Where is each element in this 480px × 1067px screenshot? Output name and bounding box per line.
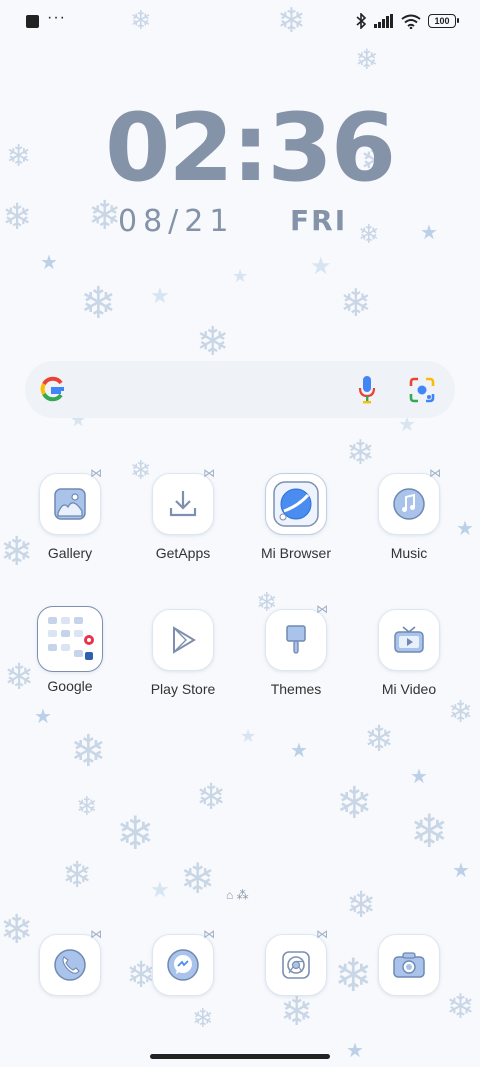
snowflake-decoration: ❄: [180, 854, 216, 903]
snowflake-decoration: ❄: [192, 1004, 214, 1034]
google-search-bar[interactable]: [25, 361, 455, 418]
more-notifications-icon: ···: [47, 9, 66, 26]
music-icon[interactable]: ⋈: [378, 466, 441, 535]
app-label: Gallery: [47, 545, 93, 561]
snowflake-decoration: ❄: [346, 433, 375, 473]
app-label: GetApps: [155, 545, 211, 561]
bluetooth-icon: [356, 13, 367, 29]
tv-icon[interactable]: [378, 609, 440, 671]
snowflake-decoration: ❄: [6, 139, 32, 174]
bow-icon: ⋈: [90, 927, 102, 941]
clock-time[interactable]: 02:36: [105, 102, 396, 196]
play-store-icon[interactable]: [152, 609, 214, 671]
wifi-icon: [401, 14, 421, 29]
star-decoration: ★: [420, 220, 438, 244]
app-themes[interactable]: ⋈ Themes: [240, 602, 352, 697]
status-bar: ··· 100: [0, 0, 480, 44]
themes-icon[interactable]: ⋈: [265, 602, 328, 671]
star-decoration: ★: [232, 266, 249, 287]
snowflake-decoration: ❄: [196, 319, 230, 365]
star-decoration: ★: [290, 738, 308, 762]
page-indicator[interactable]: ⌂ ⁂: [226, 888, 249, 902]
phone-icon[interactable]: ⋈: [39, 927, 102, 996]
star-decoration: ★: [346, 1038, 364, 1062]
status-icons: 100: [355, 13, 459, 29]
app-music[interactable]: ⋈ Music: [353, 466, 465, 561]
star-decoration: ★: [150, 878, 170, 903]
signal-icon: [374, 14, 393, 28]
star-decoration: ★: [34, 704, 52, 728]
google-lens-icon[interactable]: [409, 377, 435, 403]
snowflake-decoration: ❄: [80, 278, 117, 329]
bow-icon: ⋈: [316, 602, 328, 616]
app-label: Mi Video: [381, 681, 437, 697]
snowflake-decoration: ❄: [280, 989, 314, 1035]
star-decoration: ★: [40, 250, 58, 274]
download-icon[interactable]: ⋈: [152, 466, 215, 535]
star-decoration: ★: [240, 726, 257, 747]
dock-chrome[interactable]: ⋈: [240, 927, 352, 996]
snowflake-decoration: ❄: [2, 197, 33, 238]
snowflake-decoration: ❄: [70, 726, 107, 777]
snowflake-decoration: ❄: [358, 220, 380, 250]
google-folder-icon[interactable]: [37, 606, 103, 672]
snowflake-decoration: ❄: [336, 778, 373, 829]
bow-icon: ⋈: [90, 466, 102, 480]
bow-icon: ⋈: [429, 466, 441, 480]
app-getapps[interactable]: ⋈ GetApps: [127, 466, 239, 561]
bow-icon: ⋈: [316, 927, 328, 941]
app-label: Themes: [270, 681, 322, 697]
app-gallery[interactable]: ⋈ Gallery: [14, 466, 126, 561]
notification-icon: [26, 15, 39, 28]
app-google-folder[interactable]: Google: [14, 606, 126, 694]
app-mi-browser[interactable]: Mi Browser: [240, 473, 352, 561]
snowflake-decoration: ❄: [410, 804, 449, 858]
app-label: Mi Browser: [260, 545, 331, 561]
bow-icon: ⋈: [203, 466, 215, 480]
dock-messaging[interactable]: ⋈: [127, 927, 239, 996]
star-decoration: ★: [150, 284, 170, 309]
snowflake-decoration: ❄: [76, 792, 98, 822]
home-gesture-bar[interactable]: [150, 1054, 330, 1059]
camera-icon[interactable]: [378, 934, 440, 996]
clock-date: 08/21: [118, 204, 235, 239]
google-logo-icon: [40, 376, 64, 402]
snowflake-decoration: ❄: [116, 806, 155, 860]
battery-icon: 100: [428, 14, 459, 28]
star-decoration: ★: [310, 252, 332, 280]
snowflake-decoration: ❄: [196, 777, 227, 818]
gallery-icon[interactable]: ⋈: [39, 466, 102, 535]
messaging-icon[interactable]: ⋈: [152, 927, 215, 996]
dock-phone[interactable]: ⋈: [14, 927, 126, 996]
app-label: Music: [390, 545, 428, 561]
app-label: Play Store: [150, 681, 216, 697]
bow-icon: ⋈: [203, 927, 215, 941]
star-decoration: ★: [410, 764, 428, 788]
snowflake-decoration: ❄: [448, 695, 474, 730]
snowflake-decoration: ❄: [364, 719, 395, 760]
browser-icon[interactable]: [265, 473, 327, 535]
snowflake-decoration: ❄: [340, 281, 372, 325]
star-decoration: ★: [452, 858, 470, 882]
snowflake-decoration: ❄: [355, 43, 379, 76]
app-mi-video[interactable]: Mi Video: [353, 609, 465, 697]
voice-search-icon[interactable]: [357, 375, 377, 405]
app-label: Google: [47, 678, 93, 694]
chrome-icon[interactable]: ⋈: [265, 927, 328, 996]
snowflake-decoration: ❄: [62, 855, 93, 896]
clock-weekday: FRI: [290, 204, 348, 237]
snowflake-decoration: ❄: [346, 885, 377, 926]
app-play-store[interactable]: Play Store: [127, 609, 239, 697]
dock-camera[interactable]: [353, 934, 465, 996]
